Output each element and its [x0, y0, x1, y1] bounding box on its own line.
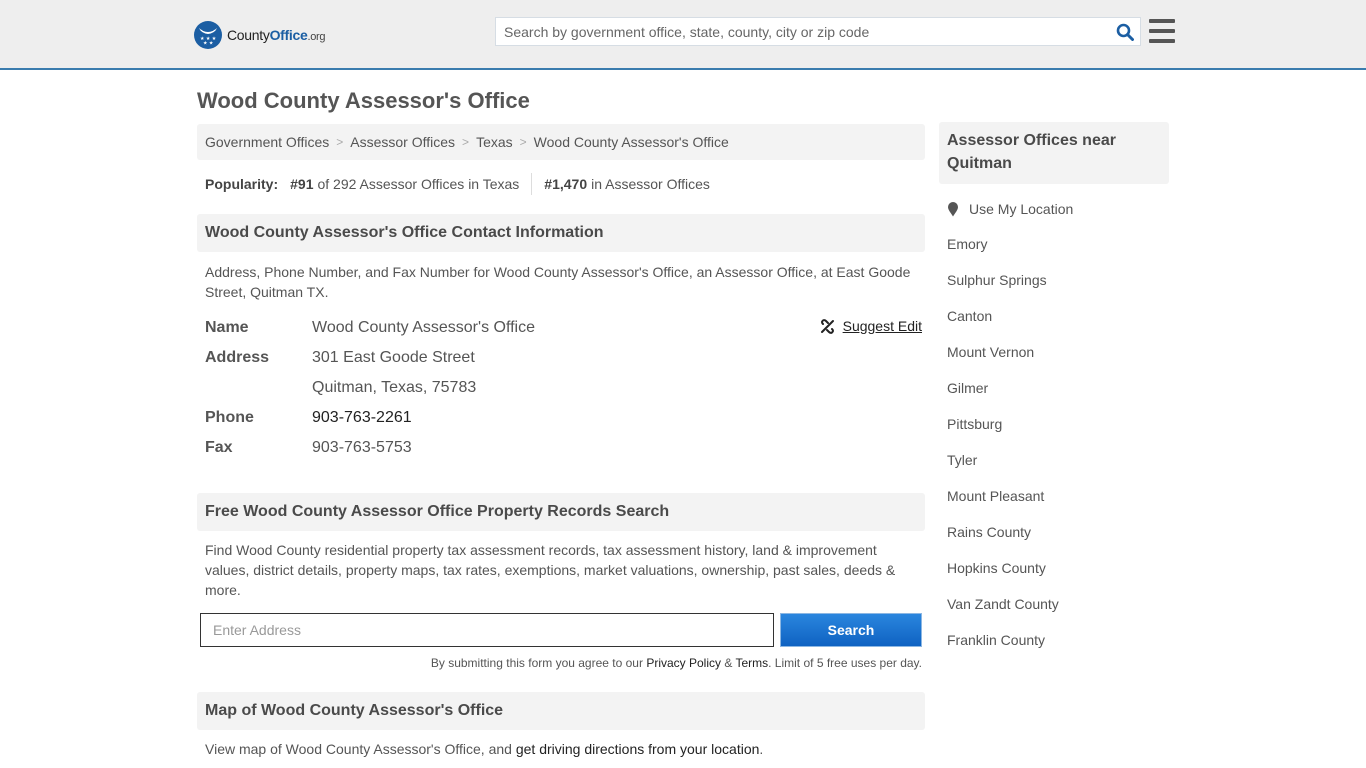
- map-heading: Map of Wood County Assessor's Office: [197, 692, 925, 730]
- contact-row-phone: Phone 903-763-2261: [205, 403, 925, 433]
- nearby-office-link[interactable]: Canton: [947, 308, 992, 324]
- contact-row-address: Address 301 East Goode Street: [205, 343, 925, 373]
- nearby-office-link[interactable]: Pittsburg: [947, 416, 1002, 432]
- nearby-office-link[interactable]: Sulphur Springs: [947, 272, 1047, 288]
- nearby-office-link[interactable]: Tyler: [947, 452, 977, 468]
- page-title: Wood County Assessor's Office: [197, 88, 530, 113]
- phone-link[interactable]: 903-763-2261: [312, 409, 412, 426]
- breadcrumb: Government Offices > Assessor Offices > …: [197, 124, 925, 160]
- list-item: Sulphur Springs: [947, 272, 1059, 308]
- driving-directions-link[interactable]: get driving directions from your locatio…: [516, 741, 760, 757]
- suggest-edit-link[interactable]: Suggest Edit: [820, 318, 922, 334]
- property-search-button[interactable]: Search: [780, 613, 922, 647]
- map-pin-icon: [948, 202, 958, 217]
- site-header: ★ ★ ★ ★ ★ CountyOffice.org: [0, 0, 1366, 70]
- site-logo-text: CountyOffice.org: [227, 27, 326, 43]
- privacy-policy-link[interactable]: Privacy Policy: [646, 656, 721, 670]
- use-my-location-link[interactable]: Use My Location: [969, 201, 1073, 217]
- nearby-office-link[interactable]: Rains County: [947, 524, 1031, 540]
- breadcrumb-separator: >: [336, 135, 344, 149]
- name-value: Wood County Assessor's Office: [312, 319, 536, 336]
- popularity-divider: [531, 173, 533, 195]
- breadcrumb-separator: >: [519, 135, 527, 149]
- address-line2: Quitman, Texas, 75783: [312, 379, 477, 396]
- list-item: Tyler: [947, 452, 1059, 488]
- nearby-office-link[interactable]: Gilmer: [947, 380, 988, 396]
- nearby-office-link[interactable]: Mount Vernon: [947, 344, 1034, 360]
- nearby-office-link[interactable]: Hopkins County: [947, 560, 1046, 576]
- contact-row-address-2: Quitman, Texas, 75783: [205, 373, 925, 403]
- nearby-office-link[interactable]: Franklin County: [947, 632, 1045, 648]
- search-icon[interactable]: [1110, 18, 1140, 45]
- phone-label: Phone: [205, 409, 254, 426]
- use-my-location: Use My Location: [947, 201, 1073, 217]
- fax-value: 903-763-5753: [312, 439, 412, 456]
- list-item: Canton: [947, 308, 1059, 344]
- eagle-stars-logo-icon: ★ ★ ★ ★ ★: [194, 21, 222, 49]
- list-item: Emory: [947, 236, 1059, 272]
- property-search-heading: Free Wood County Assessor Office Propert…: [197, 493, 925, 531]
- map-description: View map of Wood County Assessor's Offic…: [205, 741, 764, 757]
- nearby-office-link[interactable]: Van Zandt County: [947, 596, 1059, 612]
- list-item: Mount Pleasant: [947, 488, 1059, 524]
- contact-info-heading: Wood County Assessor's Office Contact In…: [197, 214, 925, 252]
- state-rank-text: of 292 Assessor Offices in Texas: [317, 176, 520, 192]
- hamburger-menu-icon[interactable]: [1149, 19, 1175, 43]
- address-search-input[interactable]: [200, 613, 774, 647]
- name-label: Name: [205, 319, 249, 336]
- contact-details: Suggest Edit Name Wood County Assessor's…: [205, 313, 925, 463]
- breadcrumb-government-offices[interactable]: Government Offices: [205, 134, 329, 150]
- contact-row-name: Name Wood County Assessor's Office: [205, 313, 925, 343]
- national-rank: #1,470: [544, 176, 588, 192]
- search-disclaimer: By submitting this form you agree to our…: [430, 656, 922, 670]
- sidebar-heading: Assessor Offices near Quitman: [939, 122, 1169, 184]
- site-search-box: [495, 17, 1141, 46]
- address-label: Address: [205, 349, 270, 366]
- list-item: Hopkins County: [947, 560, 1059, 596]
- list-item: Pittsburg: [947, 416, 1059, 452]
- terms-link[interactable]: Terms: [735, 656, 768, 670]
- breadcrumb-assessor-offices[interactable]: Assessor Offices: [350, 134, 455, 150]
- nearby-offices-list: Emory Sulphur Springs Canton Mount Verno…: [947, 236, 1059, 668]
- svg-text:★ ★: ★ ★: [203, 41, 214, 46]
- list-item: Rains County: [947, 524, 1059, 560]
- breadcrumb-current-page[interactable]: Wood County Assessor's Office: [534, 134, 729, 150]
- site-logo[interactable]: ★ ★ ★ ★ ★ CountyOffice.org: [194, 21, 326, 49]
- contact-row-fax: Fax 903-763-5753: [205, 433, 925, 463]
- contact-description: Address, Phone Number, and Fax Number fo…: [205, 264, 911, 300]
- breadcrumb-texas[interactable]: Texas: [476, 134, 513, 150]
- popularity-bar: Popularity: #91 of 292 Assessor Offices …: [205, 173, 710, 195]
- property-search-description: Find Wood County residential property ta…: [205, 542, 896, 598]
- list-item: Mount Vernon: [947, 344, 1059, 380]
- address-line1: 301 East Goode Street: [312, 349, 475, 366]
- national-rank-text: in Assessor Offices: [591, 176, 710, 192]
- broken-link-icon: [820, 318, 834, 334]
- list-item: Gilmer: [947, 380, 1059, 416]
- nearby-office-link[interactable]: Emory: [947, 236, 987, 252]
- state-rank: #91: [290, 176, 314, 192]
- site-search-input[interactable]: [496, 18, 1110, 45]
- list-item: Van Zandt County: [947, 596, 1059, 632]
- popularity-label: Popularity:: [205, 176, 279, 192]
- list-item: Franklin County: [947, 632, 1059, 668]
- nearby-office-link[interactable]: Mount Pleasant: [947, 488, 1044, 504]
- fax-label: Fax: [205, 439, 233, 456]
- suggest-edit-label: Suggest Edit: [842, 318, 922, 334]
- breadcrumb-separator: >: [462, 135, 470, 149]
